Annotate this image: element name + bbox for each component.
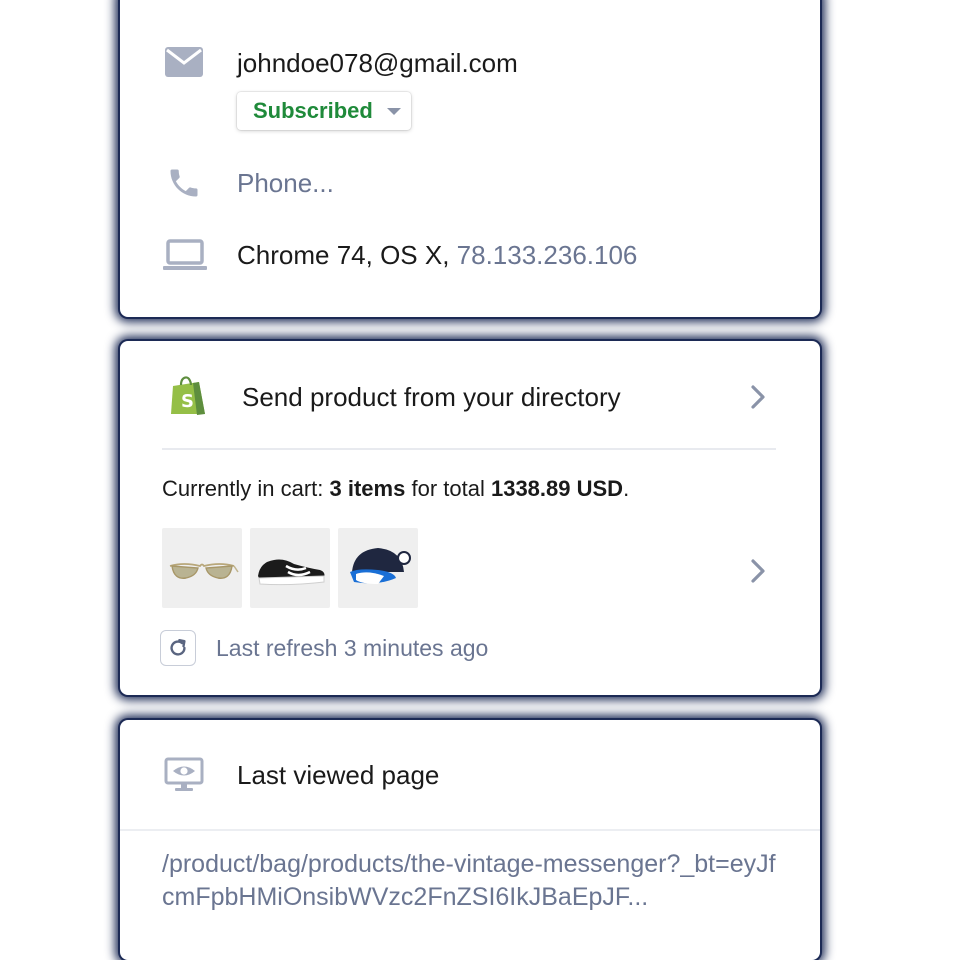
subscription-status-label: Subscribed <box>253 98 373 123</box>
product-thumbnail-sunglasses[interactable] <box>162 528 242 608</box>
refresh-icon <box>167 637 189 659</box>
product-thumbnail-cap[interactable] <box>338 528 418 608</box>
phone-input[interactable]: Phone... <box>237 167 334 199</box>
last-viewed-title: Last viewed page <box>237 760 440 790</box>
cart-item-count: 3 items <box>329 476 406 501</box>
monitor-eye-icon <box>164 756 204 794</box>
last-viewed-url-section: /product/bag/products/the-vintage-messen… <box>120 829 820 959</box>
chevron-down-icon <box>386 107 401 115</box>
device-info: Chrome 74, OS X, 78.133.236.106 <box>237 239 637 271</box>
contact-info-card: johndoe078@gmail.com Subscribed Phone...… <box>120 0 820 317</box>
phone-icon <box>164 164 204 202</box>
subscription-status-dropdown[interactable]: Subscribed <box>237 92 411 130</box>
device-browser-os: Chrome 74, OS X, <box>237 240 450 270</box>
cart-summary: Currently in cart: 3 items for total 133… <box>162 475 629 503</box>
chevron-right-icon <box>750 384 766 415</box>
last-refresh-text: Last refresh 3 minutes ago <box>216 635 489 661</box>
cart-summary-suffix: . <box>623 476 630 501</box>
send-product-title: Send product from your directory <box>242 382 621 412</box>
laptop-icon <box>162 238 208 272</box>
ip-address: 78.133.236.106 <box>456 240 638 270</box>
chevron-right-icon[interactable] <box>750 558 766 589</box>
email-address: johndoe078@gmail.com <box>237 48 518 78</box>
last-viewed-page-card: Last viewed page /product/bag/products/t… <box>120 720 820 960</box>
section-divider <box>162 448 776 450</box>
email-icon <box>164 46 204 78</box>
shop-cart-card: S Send product from your directory Curre… <box>120 341 820 695</box>
refresh-button[interactable] <box>160 630 196 666</box>
send-product-row[interactable]: S Send product from your directory <box>120 341 820 447</box>
cart-total: 1338.89 USD <box>490 476 624 501</box>
cart-summary-middle: for total <box>411 476 485 501</box>
last-viewed-url-link[interactable]: /product/bag/products/the-vintage-messen… <box>162 848 782 914</box>
cart-summary-prefix: Currently in cart: <box>162 476 324 501</box>
product-thumbnail-running-shoe[interactable] <box>250 528 330 608</box>
shopify-bag-icon: S <box>168 373 208 417</box>
svg-text:S: S <box>181 391 194 412</box>
